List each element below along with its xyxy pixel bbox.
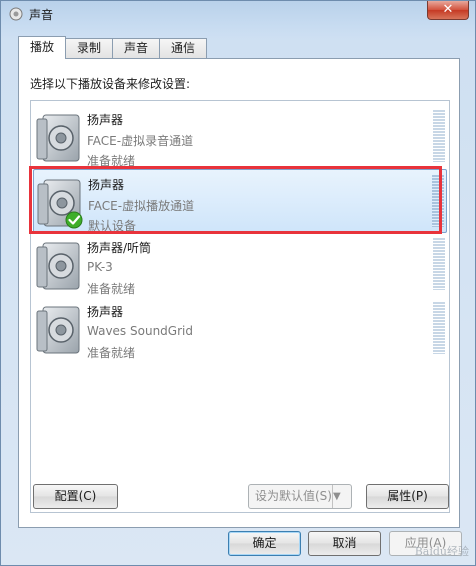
device-item[interactable]: 扬声器 FACE-虚拟录音通道 准备就绪 (33, 105, 447, 169)
device-description: FACE-虚拟播放通道 (88, 199, 195, 213)
set-default-button[interactable]: 设为默认值(S) ▼ (248, 484, 352, 509)
window-title: 声音 (29, 8, 54, 22)
device-description: Waves SoundGrid (87, 324, 193, 338)
device-name: 扬声器 (88, 178, 125, 192)
device-name: 扬声器 (87, 305, 124, 319)
close-button[interactable]: ✕ (427, 1, 469, 20)
tab-sounds[interactable]: 声音 (112, 38, 160, 58)
device-status: 默认设备 (88, 219, 137, 233)
chevron-down-icon[interactable]: ▼ (332, 485, 351, 508)
device-status: 准备就绪 (87, 154, 136, 168)
tab-communications[interactable]: 通信 (159, 38, 207, 58)
device-list[interactable]: 扬声器 FACE-虚拟录音通道 准备就绪 扬声器 FACE-虚拟播放通道 默认设… (30, 100, 450, 513)
speaker-icon (36, 114, 80, 162)
default-check-icon (65, 211, 83, 229)
device-status: 准备就绪 (87, 346, 136, 360)
watermark: Baidu经验 (414, 545, 469, 558)
speaker-icon (36, 306, 80, 354)
tab-recording[interactable]: 录制 (65, 38, 113, 58)
sound-app-icon (9, 7, 23, 21)
speaker-icon (36, 242, 80, 290)
volume-level-meter (432, 175, 444, 227)
ok-button[interactable]: 确定 (228, 531, 301, 556)
configure-button[interactable]: 配置(C) (33, 484, 118, 509)
device-item[interactable]: 扬声器/听筒 PK-3 准备就绪 (33, 233, 447, 297)
volume-level-meter (433, 238, 445, 290)
volume-level-meter (433, 110, 445, 162)
device-status: 准备就绪 (87, 282, 136, 296)
device-description: FACE-虚拟录音通道 (87, 134, 194, 148)
device-name: 扬声器 (87, 113, 124, 127)
tab-playback[interactable]: 播放 (18, 36, 66, 59)
device-item-selected[interactable]: 扬声器 FACE-虚拟播放通道 默认设备 (33, 169, 447, 233)
sound-dialog: 声音 ✕ 播放 录制 声音 通信 选择以下播放设备来修改设置: 扬声器 FACE… (0, 0, 476, 566)
device-item[interactable]: 扬声器 Waves SoundGrid 准备就绪 (33, 297, 447, 361)
instruction-text: 选择以下播放设备来修改设置: (30, 77, 191, 91)
playback-panel: 选择以下播放设备来修改设置: 扬声器 FACE-虚拟录音通道 准备就绪 扬声器 … (18, 58, 460, 528)
properties-button[interactable]: 属性(P) (366, 484, 449, 509)
title-bar[interactable]: 声音 ✕ (1, 1, 475, 27)
speaker-icon (37, 179, 83, 229)
volume-level-meter (433, 302, 445, 354)
device-description: PK-3 (87, 260, 113, 274)
cancel-button[interactable]: 取消 (308, 531, 381, 556)
close-icon: ✕ (442, 2, 454, 17)
device-name: 扬声器/听筒 (87, 241, 152, 255)
